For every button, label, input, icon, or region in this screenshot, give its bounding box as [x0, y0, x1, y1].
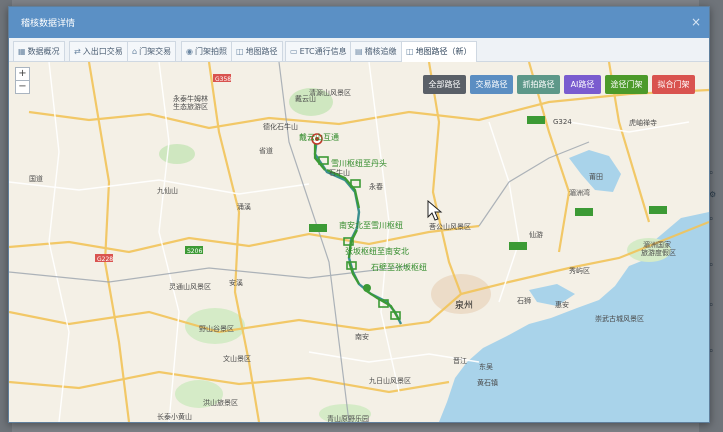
capture-route-button[interactable]: 抓拍路径	[517, 75, 560, 94]
map-label: 旅游度假区	[641, 249, 676, 257]
tab-label: 门架拍照	[194, 47, 227, 56]
camera-icon: ◉	[186, 47, 193, 56]
tab-label: 地图路径	[245, 47, 278, 56]
map-label: 野山谷景区	[199, 325, 234, 333]
tab-label: 入出口交易	[82, 47, 123, 56]
map-label: 省道	[259, 147, 273, 155]
tab-bar: ▦ 数据概况 ⇄ 入出口交易 ⌂ 门架交易 ◉ 门架拍照 ◫ 地图路径 ▭ ETC通行信息 …	[9, 38, 709, 62]
audit-detail-modal: 稽核数据详情 × ▦ 数据概况 ⇄ 入出口交易 ⌂ 门架交易 ◉ 门架拍照 ◫ 地图路径 …	[8, 6, 710, 423]
tab-map-route-new[interactable]: ◫ 地图路径（新）	[401, 41, 477, 62]
tab-data-overview[interactable]: ▦ 数据概况	[13, 41, 65, 61]
map-label: 清源山风景区	[309, 89, 351, 97]
tab-label: 地图路径（新）	[415, 47, 472, 56]
tab-label: ETC通行信息	[299, 47, 347, 56]
map-label: 青山原野乐园	[327, 415, 369, 422]
map-label: 东吴	[479, 363, 493, 371]
map-label: 菩公山风景区	[429, 223, 471, 231]
map-label: 九日山风景区	[369, 377, 411, 385]
tab-entry-exit-transactions[interactable]: ⇄ 入出口交易	[69, 41, 128, 61]
map-label: 文山景区	[223, 355, 251, 363]
tab-label: 数据概况	[27, 47, 60, 56]
grid-icon: ▦	[18, 47, 26, 56]
map-label: 德化石牛山	[263, 123, 298, 131]
map-label: 石狮	[517, 297, 531, 305]
route-label: 石壁至张坂枢纽	[371, 263, 427, 272]
map-label: 安溪	[229, 279, 243, 287]
map-label: 湄洲湾	[569, 189, 590, 197]
tab-etc-passage-info[interactable]: ▭ ETC通行信息	[285, 41, 352, 61]
map-label: 莆田	[589, 173, 603, 181]
map-label: 南安	[355, 333, 369, 341]
map-label: 惠安	[555, 301, 569, 309]
map-label: 国道	[29, 175, 43, 183]
map-label: 黄石镇	[477, 379, 498, 387]
tab-gantry-photos[interactable]: ◉ 门架拍照	[181, 41, 232, 61]
map-label: 秀屿区	[569, 267, 590, 275]
road-shield-label: G228	[97, 256, 114, 263]
via-gantry-button[interactable]: 途径门架	[605, 75, 648, 94]
zoom-out-button[interactable]: −	[15, 80, 30, 94]
route-label: 南安北至雪川枢纽	[339, 221, 403, 230]
tab-audit-recovery[interactable]: ▤ 稽核追缴	[350, 41, 402, 61]
modal-title: 稽核数据详情	[21, 19, 76, 29]
map-label: 洪山旅景区	[203, 399, 238, 407]
search-icon[interactable]: ⌕	[709, 214, 719, 224]
gantry-icon: ⌂	[132, 47, 138, 56]
exchange-icon: ⇄	[74, 47, 81, 56]
map-label: 泉州	[455, 301, 474, 311]
fitted-gantry-button[interactable]: 拟合门架	[652, 75, 695, 94]
gear-icon[interactable]: ⚙	[709, 190, 719, 200]
search-icon[interactable]: ⌕	[709, 168, 719, 178]
map-canvas	[9, 62, 709, 422]
mouse-cursor-icon	[427, 200, 443, 221]
map-icon: ◫	[236, 47, 244, 56]
zoom-in-button[interactable]: +	[15, 67, 30, 81]
map-label: G324	[553, 118, 572, 126]
document-icon: ▤	[355, 47, 363, 56]
road-shield-label: G358	[215, 76, 232, 83]
map-label: 生态旅游区	[173, 103, 208, 111]
route-label: 雪川枢纽至丹头	[331, 159, 387, 168]
card-icon: ▭	[290, 47, 298, 56]
map-label: 虎岫禅寺	[629, 119, 657, 127]
road-shield-label: S206	[187, 248, 203, 255]
map-label: 仙游	[529, 231, 543, 239]
transaction-route-button[interactable]: 交易路径	[470, 75, 513, 94]
close-icon[interactable]: ×	[691, 15, 701, 29]
tab-label: 门架交易	[139, 47, 172, 56]
route-label: 张坂枢纽至南安北	[345, 247, 409, 256]
route-label: 戴云山互通	[299, 133, 339, 142]
modal-titlebar: 稽核数据详情 ×	[9, 7, 709, 38]
tab-label: 稽核追缴	[364, 47, 397, 56]
map-label: 崇武古城风景区	[595, 315, 644, 323]
search-icon[interactable]: ⌕	[709, 260, 719, 270]
map-icon: ◫	[406, 47, 414, 56]
search-icon[interactable]: ⌕	[709, 300, 719, 310]
tab-map-route[interactable]: ◫ 地图路径	[231, 41, 283, 61]
map-label: 长泰小黄山	[157, 413, 192, 421]
map-label: 涌溪	[237, 203, 251, 211]
map-label: 永春	[369, 183, 383, 191]
map-label: 晋江	[453, 357, 467, 365]
map-label: 灵通山风景区	[169, 283, 211, 291]
map-view[interactable]: + − 永泰牛姆林 生态旅游区 德化石牛山 戴云山 九仙山 省道 国道 涌溪 泉…	[9, 62, 709, 422]
map-label: 九仙山	[157, 187, 178, 195]
map-label: 石牛山	[329, 169, 350, 177]
all-routes-button[interactable]: 全部路径	[423, 75, 466, 94]
ai-route-button[interactable]: AI路径	[564, 75, 601, 94]
search-icon[interactable]: ⌕	[709, 346, 719, 356]
tab-gantry-transactions[interactable]: ⌂ 门架交易	[127, 41, 177, 61]
